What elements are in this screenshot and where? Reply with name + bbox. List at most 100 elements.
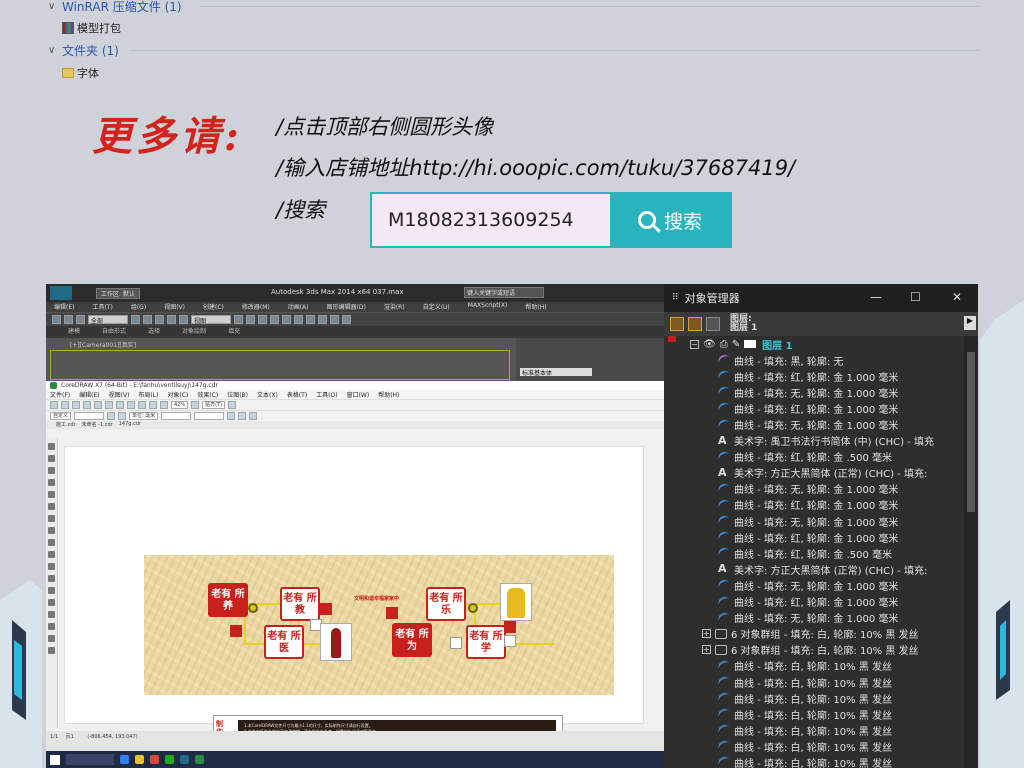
portrait-icon[interactable] [107, 412, 116, 420]
collapse-icon[interactable]: − [690, 339, 699, 349]
material-editor-icon[interactable] [318, 315, 327, 324]
windows-start-icon[interactable] [50, 754, 60, 765]
explorer-icon[interactable] [135, 755, 144, 764]
paste-icon[interactable] [116, 401, 124, 409]
import-icon[interactable] [149, 401, 157, 409]
object-row[interactable]: 曲线 - 填充: 无, 轮廓: 金 1.000 毫米 [664, 416, 964, 432]
workspace-select[interactable]: 工作区: 默认 [96, 287, 140, 299]
save-icon[interactable] [72, 401, 80, 409]
tile-elderly-care[interactable]: 老有 所养 [208, 583, 248, 617]
tile-elderly-medical[interactable]: 老有 所医 [264, 625, 304, 659]
rotate-icon[interactable] [167, 315, 176, 324]
taskbar-search[interactable] [66, 754, 114, 765]
group-winrar[interactable]: ∨ WinRAR 压缩文件 (1) [48, 0, 182, 15]
redo-icon[interactable] [64, 315, 73, 324]
object-row[interactable]: A 美术字: 方正大黑简体 (正常) (CHC) - 填充: [664, 561, 964, 577]
snap-icon[interactable] [234, 315, 243, 324]
paper-type[interactable]: 自定义 [50, 412, 72, 420]
object-tree[interactable]: − 👁 ⎙ ✎ 图层 1 曲线 - 填充: 黑, 轮廓: 无曲线 - 填充: 红… [664, 336, 964, 768]
max-viewport[interactable]: [+][Camera001][真实] [46, 338, 516, 384]
menu-item[interactable]: 修改器(M) [242, 302, 270, 312]
object-row[interactable]: A 美术字: 禹卫书法行书简体 (中) (CHC) - 填充 [664, 433, 964, 449]
connector-tool-icon[interactable] [48, 587, 55, 594]
menu-item[interactable]: 位图(B) [227, 390, 248, 399]
move-icon[interactable] [155, 315, 164, 324]
artistic-media-icon[interactable] [48, 503, 55, 510]
object-row[interactable]: 曲线 - 填充: 红, 轮廓: 金 .500 毫米 [664, 449, 964, 465]
render-icon[interactable] [342, 315, 351, 324]
design-board[interactable]: 老有 所养 老有 所教 老有 所医 老有 所乐 老有 所为 老有 所学 文明和谐… [144, 555, 614, 695]
layer-icon[interactable] [294, 315, 303, 324]
search-button[interactable]: 搜索 [610, 194, 730, 246]
width-field[interactable] [74, 412, 105, 420]
layer-manager-view-icon[interactable] [706, 317, 720, 331]
menu-item[interactable]: 自定义(U) [423, 302, 450, 312]
object-row[interactable]: 曲线 - 填充: 无, 轮廓: 金 1.000 毫米 [664, 513, 964, 529]
angle-snap-icon[interactable] [246, 315, 255, 324]
menu-item[interactable]: 布局(L) [138, 390, 158, 399]
layer-row[interactable]: − 👁 ⎙ ✎ 图层 1 [664, 336, 964, 352]
object-row[interactable]: 曲线 - 填充: 无, 轮廓: 金 1.000 毫米 [664, 610, 964, 626]
doc-tab[interactable]: 147g.cdr [119, 421, 141, 429]
tab-populate[interactable]: 填充 [228, 326, 240, 336]
menu-item[interactable]: 渲染(R) [384, 302, 405, 312]
menu-item[interactable]: 窗口(W) [347, 390, 370, 399]
object-row[interactable]: 曲线 - 填充: 红, 轮廓: 金 1.000 毫米 [664, 497, 964, 513]
rectangle-tool-icon[interactable] [48, 515, 55, 522]
select-icon[interactable] [131, 315, 140, 324]
menu-item[interactable]: 编辑(E) [54, 302, 74, 312]
curve-editor-icon[interactable] [306, 315, 315, 324]
help-search[interactable]: 键入关键字或短语 [464, 287, 544, 298]
object-row[interactable]: 曲线 - 填充: 白, 轮廓: 10% 黑 发丝 [664, 674, 964, 690]
object-row[interactable]: 曲线 - 填充: 白, 轮廓: 10% 黑 发丝 [664, 706, 964, 722]
tile-elderly-joy[interactable]: 老有 所乐 [426, 587, 466, 621]
object-row[interactable]: 曲线 - 填充: 无, 轮廓: 金 1.000 毫米 [664, 577, 964, 593]
object-row[interactable]: 曲线 - 填充: 红, 轮廓: 金 1.000 毫米 [664, 594, 964, 610]
3dsmax-icon[interactable] [180, 755, 189, 764]
drawing-canvas[interactable]: 老有 所养 老有 所教 老有 所医 老有 所乐 老有 所为 老有 所学 文明和谐… [64, 446, 644, 765]
object-row[interactable]: 曲线 - 填充: 红, 轮廓: 金 .500 毫米 [664, 545, 964, 561]
menu-item[interactable]: MAXScript(X) [468, 302, 508, 312]
menu-item[interactable]: 工具(O) [316, 390, 337, 399]
settings-icon[interactable] [228, 401, 237, 409]
tile-elderly-contribution[interactable]: 老有 所为 [392, 623, 432, 657]
cut-icon[interactable] [94, 401, 102, 409]
text-tool-icon[interactable] [48, 551, 55, 558]
menu-item[interactable]: 效果(C) [197, 390, 218, 399]
shadow-tool-icon[interactable] [48, 599, 55, 606]
copy-icon[interactable] [105, 401, 113, 409]
printer-icon[interactable]: ⎙ [720, 339, 728, 350]
menu-item[interactable]: 对象(C) [167, 390, 188, 399]
print-icon[interactable] [83, 401, 91, 409]
chrome-icon[interactable] [150, 755, 159, 764]
close-icon[interactable]: ✕ [952, 290, 962, 304]
object-row[interactable]: 曲线 - 填充: 红, 轮廓: 金 1.000 毫米 [664, 529, 964, 545]
object-row[interactable]: A 美术字: 方正大黑简体 (正常) (CHC) - 填充: [664, 465, 964, 481]
menu-item[interactable]: 表格(T) [287, 390, 307, 399]
transparency-tool-icon[interactable] [48, 611, 55, 618]
tab-selection[interactable]: 选择 [148, 326, 160, 336]
duplicate-distance-field[interactable] [194, 412, 225, 420]
viewport-label[interactable]: [+][Camera001][真实] [70, 340, 136, 349]
object-row[interactable]: 曲线 - 填充: 白, 轮廓: 10% 黑 发丝 [664, 738, 964, 754]
link-icon[interactable] [76, 315, 85, 324]
object-row[interactable]: 曲线 - 填充: 白, 轮廓: 10% 黑 发丝 [664, 722, 964, 738]
open-icon[interactable] [61, 401, 69, 409]
object-group-row[interactable]: +6 对象群组 - 填充: 白, 轮廓: 10% 黑 发丝 [664, 626, 964, 642]
object-group-row[interactable]: +6 对象群组 - 填充: 白, 轮廓: 10% 黑 发丝 [664, 642, 964, 658]
show-properties-icon[interactable] [670, 317, 684, 331]
edge-icon[interactable] [120, 755, 129, 764]
pick-tool-icon[interactable] [48, 443, 55, 450]
tile-elderly-learning[interactable]: 老有 所学 [466, 625, 506, 659]
zoom-level[interactable]: 42% [171, 401, 189, 409]
menu-item[interactable]: 文本(X) [257, 390, 278, 399]
percent-snap-icon[interactable] [258, 315, 267, 324]
edit-across-layers-icon[interactable] [688, 317, 702, 331]
page-nav[interactable]: 1/1 [50, 734, 58, 740]
object-row[interactable]: 曲线 - 填充: 白, 轮廓: 10% 黑 发丝 [664, 658, 964, 674]
eye-icon[interactable]: 👁 [703, 339, 716, 350]
object-row[interactable]: 曲线 - 填充: 白, 轮廓: 10% 黑 发丝 [664, 754, 964, 768]
scrollbar-thumb[interactable] [967, 352, 975, 512]
menu-item[interactable]: 创建(C) [203, 302, 224, 312]
doc-tab[interactable]: 未命名 -1.cdr [82, 421, 113, 429]
